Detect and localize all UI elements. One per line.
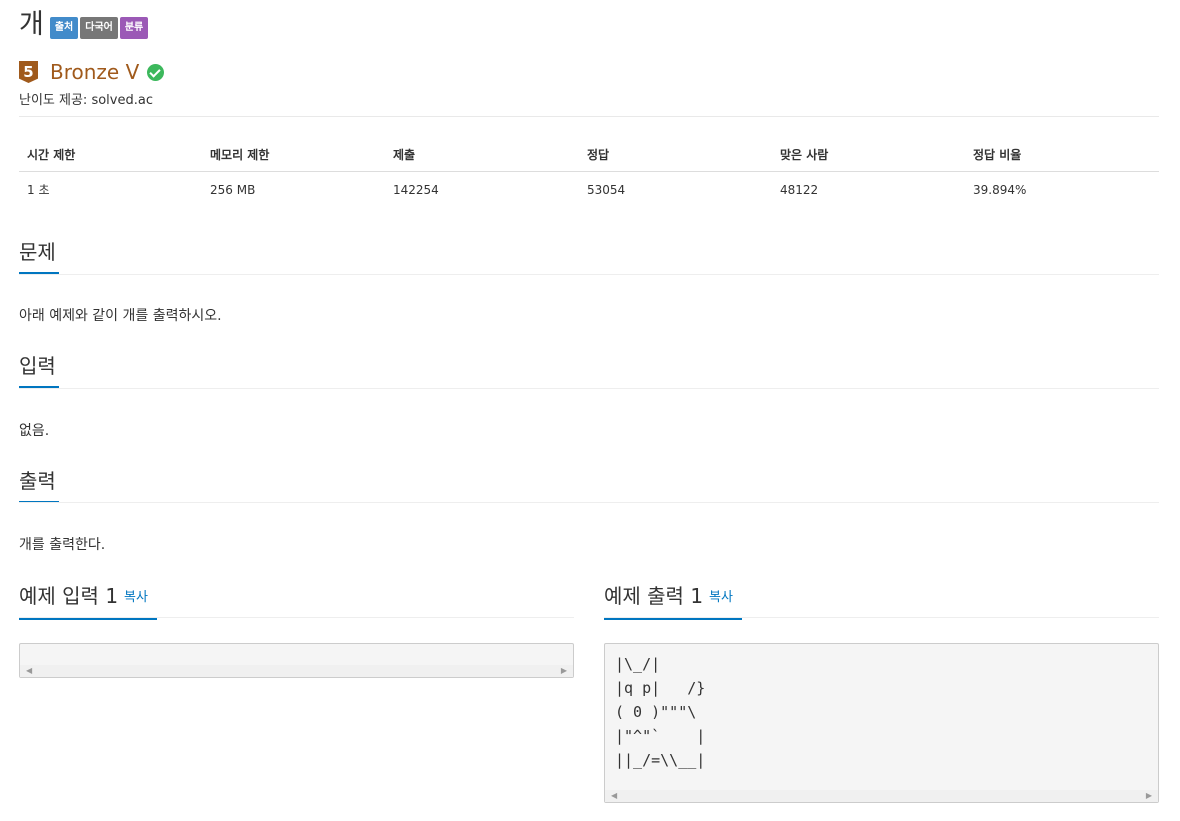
- value-accepted: 53054: [587, 182, 626, 197]
- section-divider: [604, 617, 1159, 618]
- problem-title: 개: [19, 9, 44, 40]
- tier-label: Bronze V: [50, 60, 140, 84]
- output-description: 개를 출력한다.: [19, 537, 106, 553]
- problem-header: 개 출처 다국어 분류: [19, 8, 150, 42]
- output-section-heading: 출력: [19, 467, 59, 503]
- header-solvers: 맞은 사람: [772, 138, 965, 172]
- problem-stats-table: 시간 제한 메모리 제한 제출 정답 맞은 사람 정답 비율 1 초 256 M…: [19, 138, 1159, 208]
- section-divider: [19, 617, 574, 618]
- badge-group: 출처 다국어 분류: [49, 17, 150, 39]
- scroll-right-icon[interactable]: ▶: [1146, 792, 1152, 800]
- problem-section-title: 문제: [19, 240, 56, 264]
- section-divider: [19, 388, 1159, 389]
- scroll-right-icon[interactable]: ▶: [561, 667, 567, 675]
- sample-input-box[interactable]: ◀ ▶: [19, 643, 574, 678]
- multilingual-badge[interactable]: 다국어: [80, 17, 118, 39]
- value-memory-limit: 256 MB: [210, 182, 256, 197]
- sample-output-title: 예제 출력 1: [604, 584, 704, 608]
- input-section-heading: 입력: [19, 352, 59, 388]
- problem-section-heading: 문제: [19, 238, 59, 274]
- category-badge[interactable]: 분류: [119, 17, 149, 39]
- source-badge[interactable]: 출처: [49, 17, 79, 39]
- header-time-limit: 시간 제한: [19, 138, 202, 172]
- sample-output-text: |\_/| |q p| /} ( 0 )"""\ |"^"` | ||_/=\\…: [615, 655, 706, 769]
- scroll-left-icon[interactable]: ◀: [26, 667, 32, 675]
- input-description: 없음.: [19, 423, 50, 439]
- output-section-title: 출력: [19, 469, 56, 493]
- horizontal-scrollbar[interactable]: ◀ ▶: [20, 665, 573, 677]
- difficulty-provider: 난이도 제공: solved.ac: [19, 93, 153, 108]
- sample-input-text: [20, 644, 573, 652]
- copy-output-button[interactable]: 복사: [709, 590, 733, 605]
- divider: [19, 116, 1159, 117]
- header-accept-rate: 정답 비율: [965, 138, 1159, 172]
- problem-description: 아래 예제와 같이 개를 출력하시오.: [19, 308, 222, 324]
- section-divider: [19, 502, 1159, 503]
- stats-header-row: 시간 제한 메모리 제한 제출 정답 맞은 사람 정답 비율: [19, 138, 1159, 172]
- copy-input-button[interactable]: 복사: [124, 590, 148, 605]
- sample-output-heading: 예제 출력 1 복사: [604, 582, 742, 620]
- sample-input-title: 예제 입력 1: [19, 584, 119, 608]
- input-section-title: 입력: [19, 354, 56, 378]
- section-divider: [19, 274, 1159, 275]
- header-submissions: 제출: [385, 138, 579, 172]
- scroll-left-icon[interactable]: ◀: [611, 792, 617, 800]
- horizontal-scrollbar[interactable]: ◀ ▶: [605, 790, 1158, 802]
- check-circle-icon: [147, 63, 165, 81]
- header-memory-limit: 메모리 제한: [202, 138, 385, 172]
- value-submissions: 142254: [393, 182, 439, 197]
- value-time-limit: 1 초: [27, 183, 50, 198]
- tier-row: 5 Bronze V: [19, 60, 165, 84]
- value-solvers: 48122: [780, 182, 819, 197]
- header-accepted: 정답: [579, 138, 772, 172]
- bronze-tier-icon: 5: [19, 61, 38, 83]
- value-accept-rate: 39.894%: [973, 182, 1027, 197]
- stats-value-row: 1 초 256 MB 142254 53054 48122 39.894%: [19, 172, 1159, 208]
- sample-output-box[interactable]: |\_/| |q p| /} ( 0 )"""\ |"^"` | ||_/=\\…: [604, 643, 1159, 803]
- sample-input-heading: 예제 입력 1 복사: [19, 582, 157, 620]
